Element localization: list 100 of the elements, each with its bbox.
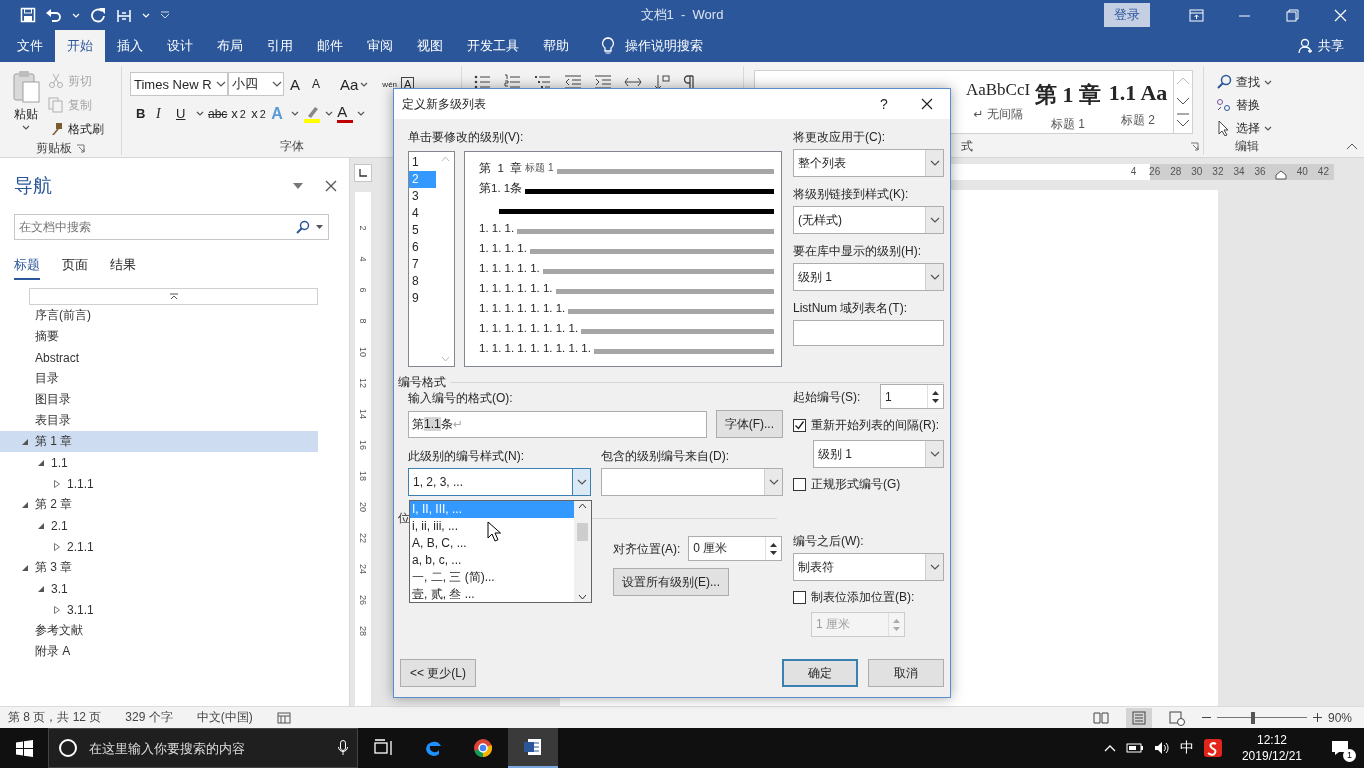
- checkbox[interactable]: [793, 419, 806, 432]
- bold-button[interactable]: B: [136, 106, 152, 121]
- ribbon-tab[interactable]: 审阅: [355, 30, 405, 62]
- scrollbar-thumb[interactable]: [577, 522, 588, 541]
- ribbon-tab[interactable]: 设计: [155, 30, 205, 62]
- font-button[interactable]: 字体(F)...: [715, 410, 783, 438]
- heading-item[interactable]: 第 1 章: [0, 431, 318, 452]
- view-button[interactable]: [1125, 707, 1152, 728]
- number-format-field[interactable]: 第1.1条↵: [408, 410, 707, 438]
- highlighter-icon[interactable]: [303, 104, 322, 123]
- zoom-in-icon[interactable]: [1312, 713, 1322, 722]
- collapsed-arrow-icon[interactable]: [52, 478, 62, 489]
- battery-icon[interactable]: [1125, 742, 1144, 754]
- style-gallery-item[interactable]: AaBbCcI ↵ 无间隔: [963, 71, 1033, 133]
- chevron-up-icon[interactable]: [1103, 744, 1116, 752]
- level-item[interactable]: 7: [409, 256, 436, 273]
- dropdown-option[interactable]: a, b, c, ...: [410, 552, 574, 569]
- heading-item[interactable]: 3.1.1: [0, 599, 318, 620]
- strikethrough-button[interactable]: abc: [208, 106, 228, 121]
- font-name-field[interactable]: Times New R: [130, 72, 228, 96]
- caret-icon[interactable]: [316, 225, 323, 229]
- dialog-launcher-icon[interactable]: [1190, 141, 1199, 151]
- clipboard-command[interactable]: 格式刷: [48, 118, 104, 140]
- heading-item[interactable]: 1.1: [0, 452, 318, 473]
- set-all-levels-button[interactable]: 设置所有级别(E)...: [613, 568, 729, 596]
- clock-time[interactable]: 12:12: [1256, 732, 1287, 748]
- touch-mode-icon[interactable]: [116, 7, 132, 23]
- notification-icon[interactable]: [1331, 740, 1349, 756]
- text-field[interactable]: [793, 320, 944, 346]
- caret-icon[interactable]: [293, 183, 303, 189]
- checkbox[interactable]: [793, 591, 806, 604]
- increase-indent-icon[interactable]: [594, 74, 612, 90]
- font-color-button[interactable]: A: [337, 104, 354, 123]
- heading-item[interactable]: 参考文献: [0, 620, 318, 641]
- numbered-list-icon[interactable]: [504, 74, 522, 90]
- level-item[interactable]: 5: [409, 222, 436, 239]
- dropdown-option[interactable]: i, ii, iii, ...: [410, 518, 574, 535]
- tab-selector-button[interactable]: [354, 164, 372, 182]
- paste-button[interactable]: 粘贴: [4, 66, 48, 140]
- collapsed-arrow-icon[interactable]: [52, 541, 62, 552]
- redo-icon[interactable]: [90, 7, 106, 23]
- dropdown-option[interactable]: A, B, C, ...: [410, 535, 574, 552]
- dropdown[interactable]: 1, 2, 3, ...: [408, 468, 591, 496]
- grow-font-button[interactable]: A: [290, 75, 306, 93]
- scroll-down-icon[interactable]: [578, 594, 587, 600]
- close-icon[interactable]: [325, 180, 337, 192]
- dropdown[interactable]: 级别 1: [813, 440, 944, 468]
- macro-icon[interactable]: [276, 711, 291, 724]
- level-item[interactable]: 4: [409, 205, 436, 222]
- level-item[interactable]: 3: [409, 188, 436, 205]
- style-gallery-item[interactable]: 1.1 Aa 标题 2: [1103, 71, 1173, 133]
- chrome-icon[interactable]: [473, 738, 493, 758]
- input-method[interactable]: 中: [1179, 739, 1194, 757]
- checkbox-label[interactable]: 重新开始列表的间隔(R):: [811, 417, 939, 434]
- italic-button[interactable]: I: [156, 105, 172, 122]
- ribbon-tab[interactable]: 引用: [255, 30, 305, 62]
- zoom-level[interactable]: 90%: [1327, 710, 1352, 725]
- windows-logo-icon[interactable]: [15, 739, 33, 757]
- checkbox-label[interactable]: 制表位添加位置(B):: [811, 589, 915, 606]
- close-icon[interactable]: [921, 98, 933, 110]
- restore-icon[interactable]: [1284, 7, 1300, 23]
- ribbon-tab[interactable]: 插入: [105, 30, 155, 62]
- word-count[interactable]: 329 个字: [125, 709, 173, 726]
- pilcrow-icon[interactable]: [682, 74, 696, 90]
- collapse-ribbon-icon[interactable]: [1346, 142, 1358, 150]
- level-item[interactable]: 8: [409, 273, 436, 290]
- undo-icon[interactable]: [46, 7, 62, 23]
- replace-button[interactable]: 替换: [1216, 95, 1272, 115]
- heading-item[interactable]: 1.1.1: [0, 473, 318, 494]
- document-app-icon[interactable]: [523, 737, 543, 757]
- dropdown-option[interactable]: 壹, 贰, 叁 ...: [410, 586, 574, 603]
- style-gallery-item[interactable]: 第 1 章 标题 1: [1033, 71, 1103, 133]
- heading-item[interactable]: 摘要: [0, 326, 318, 347]
- ribbon-tab[interactable]: 开始: [55, 30, 105, 62]
- page-count[interactable]: 第 8 页，共 12 页: [8, 709, 102, 726]
- microphone-icon[interactable]: [338, 740, 348, 756]
- pane-tab[interactable]: 页面: [62, 256, 88, 280]
- spin-box[interactable]: 0 厘米: [688, 536, 783, 561]
- pane-tab[interactable]: 结果: [110, 256, 136, 280]
- ribbon-tab[interactable]: 帮助: [531, 30, 581, 62]
- ribbon-tab[interactable]: 布局: [205, 30, 255, 62]
- heading-item[interactable]: 附录 A: [0, 641, 318, 662]
- heading-item[interactable]: 第 2 章: [0, 494, 318, 515]
- heading-item[interactable]: 2.1.1: [0, 536, 318, 557]
- search-field[interactable]: 在文档中搜索: [14, 214, 329, 240]
- tell-me-search[interactable]: 操作说明搜索: [625, 37, 703, 55]
- ribbon-display-icon[interactable]: [1188, 7, 1204, 23]
- dialog-button[interactable]: 确定: [782, 659, 858, 687]
- heading-item[interactable]: 第 3 章: [0, 557, 318, 578]
- ribbon-tab[interactable]: 开发工具: [455, 30, 531, 62]
- decrease-indent-icon[interactable]: [564, 74, 582, 90]
- ribbon-tab[interactable]: 视图: [405, 30, 455, 62]
- scroll-up-icon[interactable]: [578, 503, 587, 509]
- dialog-button[interactable]: 取消: [868, 659, 944, 687]
- collapsed-arrow-icon[interactable]: [52, 604, 62, 615]
- help-button[interactable]: ?: [864, 96, 904, 112]
- save-icon[interactable]: [20, 7, 36, 23]
- heading-item[interactable]: Abstract: [0, 347, 318, 368]
- lightbulb-icon[interactable]: [601, 37, 615, 55]
- sign-in-button[interactable]: 登录: [1104, 3, 1150, 27]
